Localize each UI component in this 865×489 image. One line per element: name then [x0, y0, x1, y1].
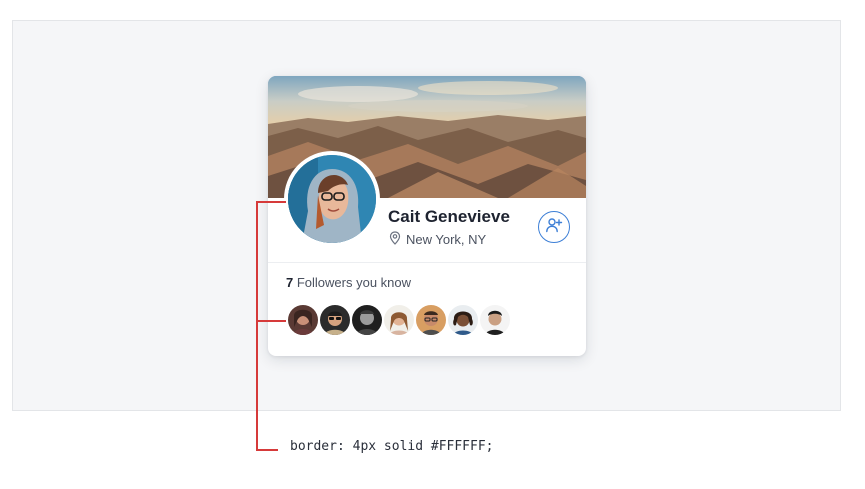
callout-pointer-label	[256, 449, 278, 451]
callout-vertical-line	[256, 201, 258, 450]
follower-avatar[interactable]	[414, 303, 448, 337]
add-user-icon	[545, 216, 563, 239]
location-label: New York, NY	[406, 232, 487, 247]
profile-avatar[interactable]	[284, 151, 380, 247]
card-divider	[268, 262, 586, 263]
profile-location: New York, NY	[388, 231, 486, 248]
follower-avatar[interactable]	[382, 303, 416, 337]
followers-summary: 7 Followers you know	[286, 275, 411, 290]
follow-button[interactable]	[538, 211, 570, 243]
callout-pointer-avatar	[256, 201, 286, 203]
callout-pointer-followers	[256, 320, 286, 322]
follower-avatar[interactable]	[446, 303, 480, 337]
follower-avatar[interactable]	[478, 303, 512, 337]
profile-name: Cait Genevieve	[388, 207, 510, 226]
css-annotation-label: border: 4px solid #FFFFFF;	[290, 439, 494, 454]
follower-avatar[interactable]	[318, 303, 352, 337]
followers-label: Followers you know	[293, 275, 412, 290]
follower-avatar[interactable]	[350, 303, 384, 337]
follower-avatar[interactable]	[286, 303, 320, 337]
location-pin-icon	[388, 231, 402, 248]
